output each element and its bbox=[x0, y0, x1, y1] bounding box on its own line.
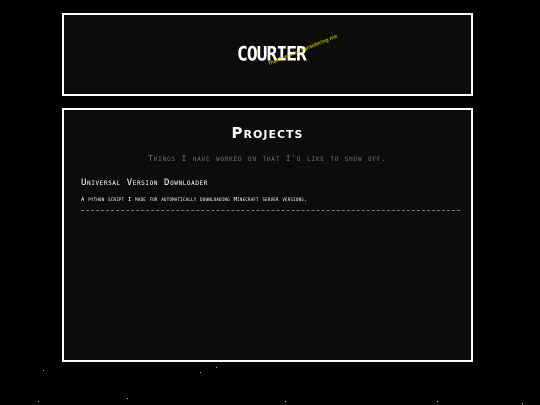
project-divider bbox=[81, 210, 460, 211]
project-name-link[interactable]: Universal Version Downloader bbox=[81, 178, 460, 188]
star bbox=[522, 403, 523, 404]
project-description: A python script I made for automatically… bbox=[81, 197, 308, 203]
project-item: Universal Version Downloader A python sc… bbox=[81, 178, 460, 211]
projects-panel: Projects Things I have worked on that I'… bbox=[62, 108, 473, 362]
page: COURIER thank you for considering me Pro… bbox=[0, 0, 540, 405]
star bbox=[285, 401, 286, 402]
projects-heading: Projects bbox=[231, 124, 304, 142]
star bbox=[127, 398, 128, 399]
star bbox=[200, 372, 201, 373]
star bbox=[216, 367, 217, 368]
star bbox=[38, 401, 39, 402]
project-list: Universal Version Downloader A python sc… bbox=[81, 178, 460, 211]
header-panel: COURIER thank you for considering me bbox=[62, 13, 473, 96]
projects-subtitle: Things I have worked on that I'd like to… bbox=[148, 154, 387, 163]
star bbox=[43, 370, 44, 371]
star bbox=[437, 401, 438, 402]
